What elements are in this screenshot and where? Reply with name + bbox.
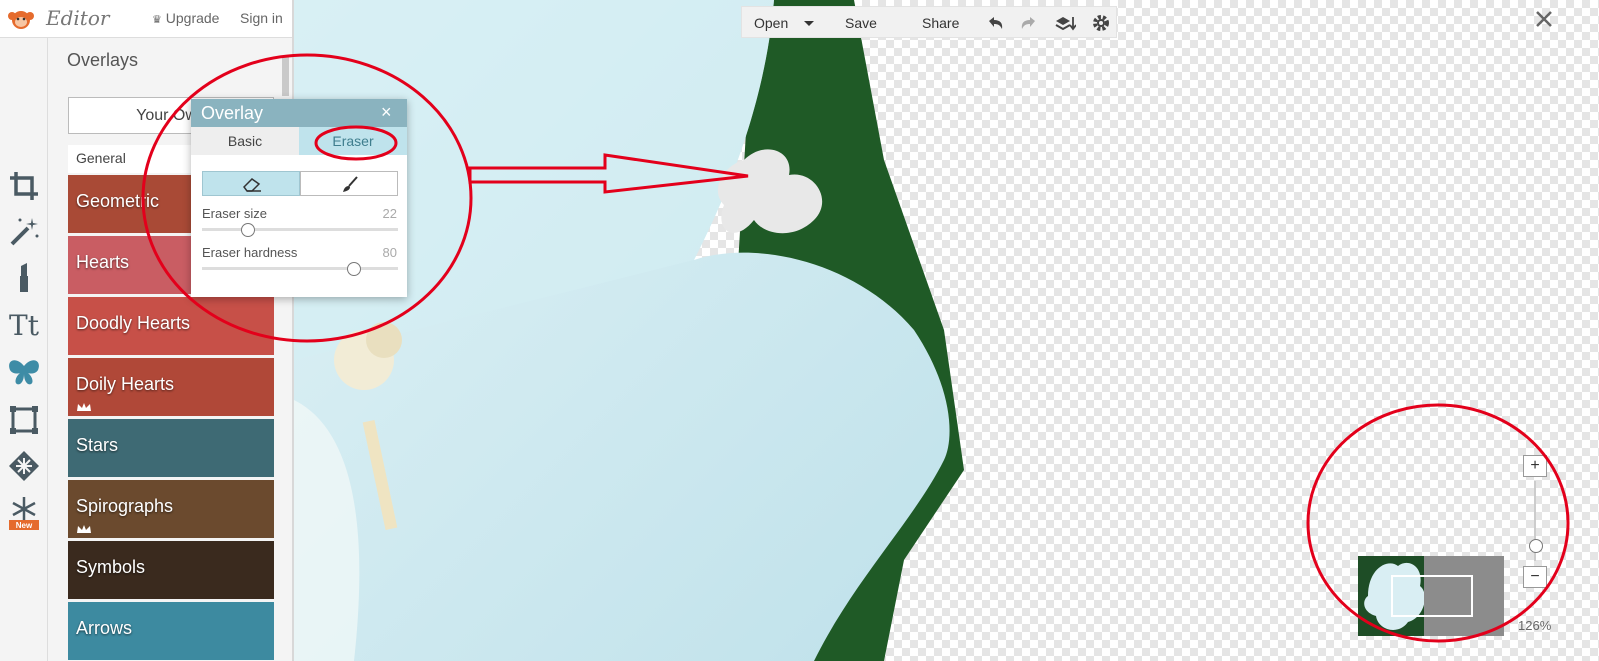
overlay-tile-spirographs[interactable]: Spirographs (68, 480, 274, 538)
redo-icon[interactable] (1018, 13, 1040, 33)
zoom-level: 126% (1518, 618, 1552, 633)
signin-link[interactable]: Sign in (240, 10, 283, 26)
overlay-tile-label: Arrows (76, 618, 133, 638)
eraser-size-value: 22 (382, 206, 397, 221)
tool-rail: Tt New (0, 38, 48, 661)
overlay-tile-label: Doily Hearts (76, 374, 175, 394)
overlay-tile-label: Symbols (76, 557, 146, 577)
overlay-dialog: Overlay × Basic Eraser Eraser size 22 Er… (191, 99, 407, 297)
app-name: Editor (46, 6, 110, 30)
lipstick-icon[interactable] (6, 260, 42, 296)
zoom-slider-knob[interactable] (1529, 539, 1543, 553)
eraser-icon (243, 178, 261, 192)
minimap-thumbnail (1358, 556, 1504, 636)
close-icon[interactable] (1533, 8, 1555, 30)
eraser-mode-button[interactable] (202, 171, 300, 196)
snowflake-icon[interactable]: New (6, 494, 42, 530)
navigator-minimap[interactable] (1358, 556, 1504, 636)
save-button[interactable]: Save (845, 15, 877, 31)
monkey-logo-icon[interactable] (8, 6, 34, 32)
eraser-hardness-value: 80 (382, 245, 397, 260)
brush-mode-button[interactable] (300, 171, 398, 196)
paintbrush-icon (343, 176, 358, 192)
eraser-size-knob[interactable] (241, 223, 255, 237)
upgrade-label: Upgrade (165, 10, 220, 26)
dialog-title: Overlay (201, 103, 264, 123)
eraser-size-label: Eraser size (202, 206, 268, 221)
frame-icon[interactable] (6, 402, 42, 438)
share-button[interactable]: Share (922, 15, 959, 31)
overlay-tile-label: Geometric (76, 191, 160, 211)
overlay-tile-label: Stars (76, 435, 119, 455)
texture-icon[interactable] (6, 448, 42, 484)
overlay-tile-symbols[interactable]: Symbols (68, 541, 274, 599)
main-toolbar: Open Save Share (741, 6, 1117, 38)
tab-eraser[interactable]: Eraser (299, 127, 407, 155)
undo-icon[interactable] (984, 13, 1006, 33)
overlay-tile-doily-hearts[interactable]: Doily Hearts (68, 358, 274, 416)
overlay-tile-arrows[interactable]: Arrows (68, 602, 274, 660)
layers-icon[interactable] (1054, 13, 1076, 33)
crop-icon[interactable] (6, 168, 42, 204)
crown-icon: ♛ (152, 14, 162, 26)
panel-title: Overlays (67, 50, 139, 70)
upgrade-link[interactable]: ♛ Upgrade (152, 10, 219, 26)
eraser-size-slider[interactable] (202, 228, 398, 231)
butterfly-icon[interactable] (6, 354, 42, 390)
overlay-tile-doodly-hearts[interactable]: Doodly Hearts (68, 297, 274, 355)
gear-icon[interactable] (1090, 13, 1112, 33)
tab-basic[interactable]: Basic (191, 127, 299, 155)
scrollbar-thumb[interactable] (282, 56, 289, 96)
eraser-hardness-label: Eraser hardness (202, 245, 298, 260)
eraser-hardness-slider[interactable] (202, 267, 398, 270)
dialog-close-button[interactable]: × (381, 102, 392, 123)
new-badge: New (16, 521, 33, 530)
crown-icon (77, 525, 91, 533)
open-button[interactable]: Open (754, 15, 788, 31)
zoom-out-button[interactable]: − (1523, 566, 1547, 588)
crown-icon (77, 403, 91, 411)
overlay-tile-label: Hearts (76, 252, 130, 272)
zoom-in-button[interactable]: + (1523, 455, 1547, 477)
caret-down-icon[interactable] (798, 13, 820, 33)
overlay-tile-label: Spirographs (76, 496, 174, 516)
eraser-hardness-knob[interactable] (347, 262, 361, 276)
text-icon[interactable]: Tt (6, 308, 42, 344)
overlay-tile-stars[interactable]: Stars (68, 419, 274, 477)
overlay-tile-label: Doodly Hearts (76, 313, 191, 333)
magic-wand-icon[interactable] (6, 214, 42, 250)
